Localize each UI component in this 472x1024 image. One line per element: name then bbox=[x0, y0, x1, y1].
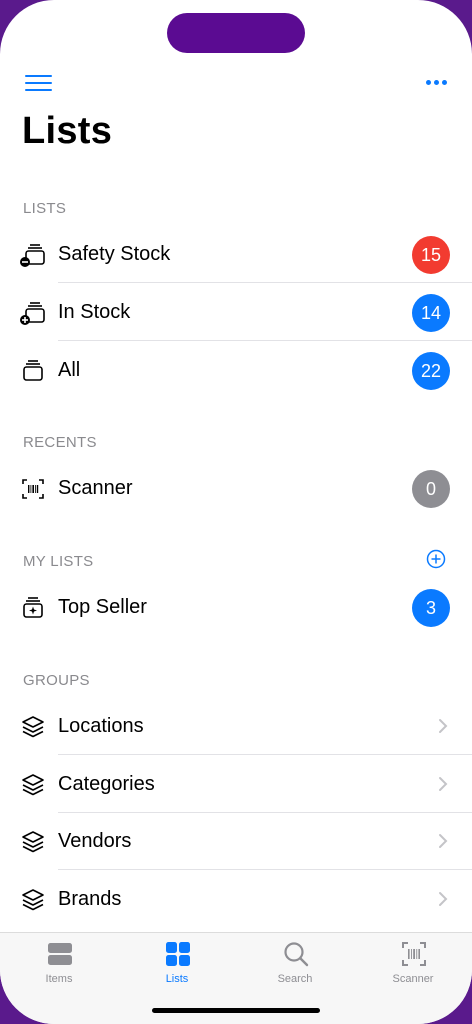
tab-label: Scanner bbox=[392, 973, 434, 985]
divider bbox=[58, 754, 472, 755]
section-label-my-lists: MY LISTS bbox=[23, 553, 94, 570]
count-badge: 15 bbox=[412, 236, 450, 274]
stack-icon bbox=[23, 360, 43, 381]
grid-icon bbox=[166, 942, 190, 966]
search-icon bbox=[284, 942, 309, 967]
list-row-in-stock[interactable]: In Stock 14 bbox=[0, 284, 472, 341]
count-badge: 22 bbox=[412, 352, 450, 390]
group-row-brands[interactable]: Brands bbox=[0, 871, 472, 928]
list-row-label: Safety Stock bbox=[58, 243, 171, 265]
tab-label: Lists bbox=[165, 973, 189, 985]
count-badge: 3 bbox=[412, 589, 450, 627]
chevron-right-icon bbox=[439, 777, 448, 791]
divider bbox=[58, 869, 472, 870]
dynamic-island bbox=[167, 13, 305, 53]
group-row-vendors[interactable]: Vendors bbox=[0, 813, 472, 870]
group-row-locations[interactable]: Locations bbox=[0, 698, 472, 755]
layers-icon bbox=[22, 716, 44, 738]
list-row-all[interactable]: All 22 bbox=[0, 342, 472, 399]
my-list-row-top-seller[interactable]: Top Seller 3 bbox=[0, 579, 472, 636]
divider bbox=[58, 282, 472, 283]
section-label-lists: LISTS bbox=[23, 200, 67, 217]
chevron-right-icon bbox=[439, 892, 448, 906]
barcode-scanner-icon bbox=[22, 479, 44, 499]
chevron-right-icon bbox=[439, 834, 448, 848]
my-list-row-label: Top Seller bbox=[58, 596, 147, 618]
list-row-label: In Stock bbox=[58, 301, 131, 323]
phone-screen: Lists LISTS Safety Stock 15 In Stock 14 bbox=[0, 0, 472, 1024]
section-label-recents: RECENTS bbox=[23, 434, 97, 451]
section-label-groups: GROUPS bbox=[23, 672, 90, 689]
recent-row-label: Scanner bbox=[58, 477, 133, 499]
group-row-label: Categories bbox=[58, 773, 155, 795]
group-row-label: Brands bbox=[58, 888, 122, 910]
list-row-safety-stock[interactable]: Safety Stock 15 bbox=[0, 226, 472, 283]
group-row-label: Vendors bbox=[58, 830, 132, 852]
count-badge: 0 bbox=[412, 470, 450, 508]
top-bar bbox=[0, 72, 472, 96]
count-badge: 14 bbox=[412, 294, 450, 332]
layers-icon bbox=[22, 889, 44, 911]
divider bbox=[58, 340, 472, 341]
stack-plus-icon bbox=[20, 302, 45, 325]
tab-search[interactable]: Search bbox=[236, 933, 354, 993]
stack-sparkle-icon bbox=[23, 597, 43, 618]
more-options-icon[interactable] bbox=[426, 80, 448, 86]
tab-lists[interactable]: Lists bbox=[118, 933, 236, 993]
tray-icon bbox=[48, 943, 72, 965]
group-row-label: Locations bbox=[58, 715, 144, 737]
layers-icon bbox=[22, 831, 44, 853]
tab-label: Items bbox=[45, 973, 73, 985]
group-row-categories[interactable]: Categories bbox=[0, 756, 472, 813]
menu-icon[interactable] bbox=[25, 75, 53, 91]
add-list-icon[interactable] bbox=[426, 549, 446, 569]
recent-row-scanner[interactable]: Scanner 0 bbox=[0, 460, 472, 517]
barcode-scanner-icon bbox=[402, 942, 426, 966]
tab-items[interactable]: Items bbox=[0, 933, 118, 993]
tab-label: Search bbox=[277, 973, 313, 985]
stack-minus-icon bbox=[20, 244, 45, 267]
home-indicator bbox=[152, 1008, 320, 1013]
layers-icon bbox=[22, 774, 44, 796]
list-row-label: All bbox=[58, 359, 81, 381]
chevron-right-icon bbox=[439, 719, 448, 733]
page-title: Lists bbox=[22, 110, 113, 152]
tab-scanner[interactable]: Scanner bbox=[354, 933, 472, 993]
